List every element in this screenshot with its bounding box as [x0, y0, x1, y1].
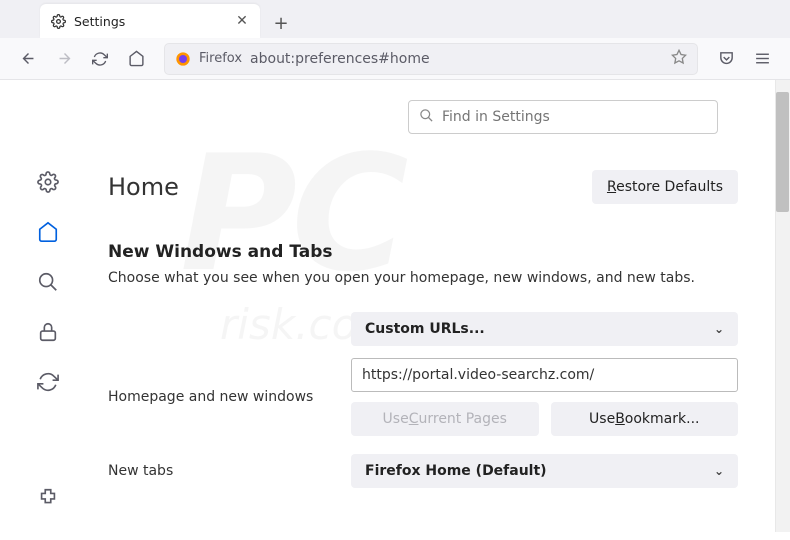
restore-defaults-button[interactable]: Restore Defaults	[592, 170, 738, 204]
page-title: Home	[108, 173, 179, 201]
find-in-settings[interactable]	[408, 100, 718, 134]
chevron-down-icon: ⌄	[714, 464, 724, 478]
gear-icon	[50, 13, 66, 29]
homepage-mode-dropdown[interactable]: Custom URLs... ⌄	[351, 312, 738, 346]
tab-settings[interactable]: Settings ✕	[40, 4, 260, 38]
tab-strip: Settings ✕ +	[0, 0, 790, 38]
firefox-logo-icon	[175, 51, 191, 67]
search-icon	[419, 108, 434, 127]
sidebar-extensions-icon[interactable]	[34, 484, 62, 512]
content-area: Home Restore Defaults New Windows and Ta…	[0, 80, 790, 532]
home-button[interactable]	[120, 43, 152, 75]
settings-main: Home Restore Defaults New Windows and Ta…	[96, 80, 790, 532]
sidebar-sync-icon[interactable]	[34, 368, 62, 396]
section-title: New Windows and Tabs	[108, 242, 760, 262]
sidebar-general-icon[interactable]	[34, 168, 62, 196]
close-tab-icon[interactable]: ✕	[234, 13, 250, 29]
tab-title: Settings	[74, 14, 234, 29]
identity-label: Firefox	[199, 51, 242, 66]
dropdown-label: Custom URLs...	[365, 321, 485, 337]
scrollbar-thumb[interactable]	[776, 92, 789, 212]
url-text: about:preferences#home	[250, 51, 663, 67]
save-to-pocket-icon[interactable]	[710, 43, 742, 75]
toolbar: Firefox about:preferences#home	[0, 38, 790, 80]
section-subtitle: Choose what you see when you open your h…	[108, 270, 760, 286]
new-tab-button[interactable]: +	[266, 8, 296, 38]
find-input[interactable]	[442, 109, 707, 125]
app-menu-button[interactable]	[746, 43, 778, 75]
sidebar-home-icon[interactable]	[34, 218, 62, 246]
chevron-down-icon: ⌄	[714, 322, 724, 336]
reload-button[interactable]	[84, 43, 116, 75]
dropdown-label: Firefox Home (Default)	[365, 463, 547, 479]
scrollbar-track[interactable]	[775, 80, 790, 532]
forward-button[interactable]	[48, 43, 80, 75]
url-bar[interactable]: Firefox about:preferences#home	[164, 43, 698, 75]
homepage-label: Homepage and new windows	[108, 389, 351, 405]
use-bookmark-button[interactable]: Use Bookmark...	[551, 402, 739, 436]
use-current-pages-button[interactable]: Use Current Pages	[351, 402, 539, 436]
sidebar-privacy-icon[interactable]	[34, 318, 62, 346]
sidebar-search-icon[interactable]	[34, 268, 62, 296]
newtabs-mode-dropdown[interactable]: Firefox Home (Default) ⌄	[351, 454, 738, 488]
bookmark-star-icon[interactable]	[671, 49, 687, 69]
homepage-url-input[interactable]	[351, 358, 738, 392]
back-button[interactable]	[12, 43, 44, 75]
newtabs-label: New tabs	[108, 463, 351, 479]
settings-sidebar	[0, 80, 96, 532]
